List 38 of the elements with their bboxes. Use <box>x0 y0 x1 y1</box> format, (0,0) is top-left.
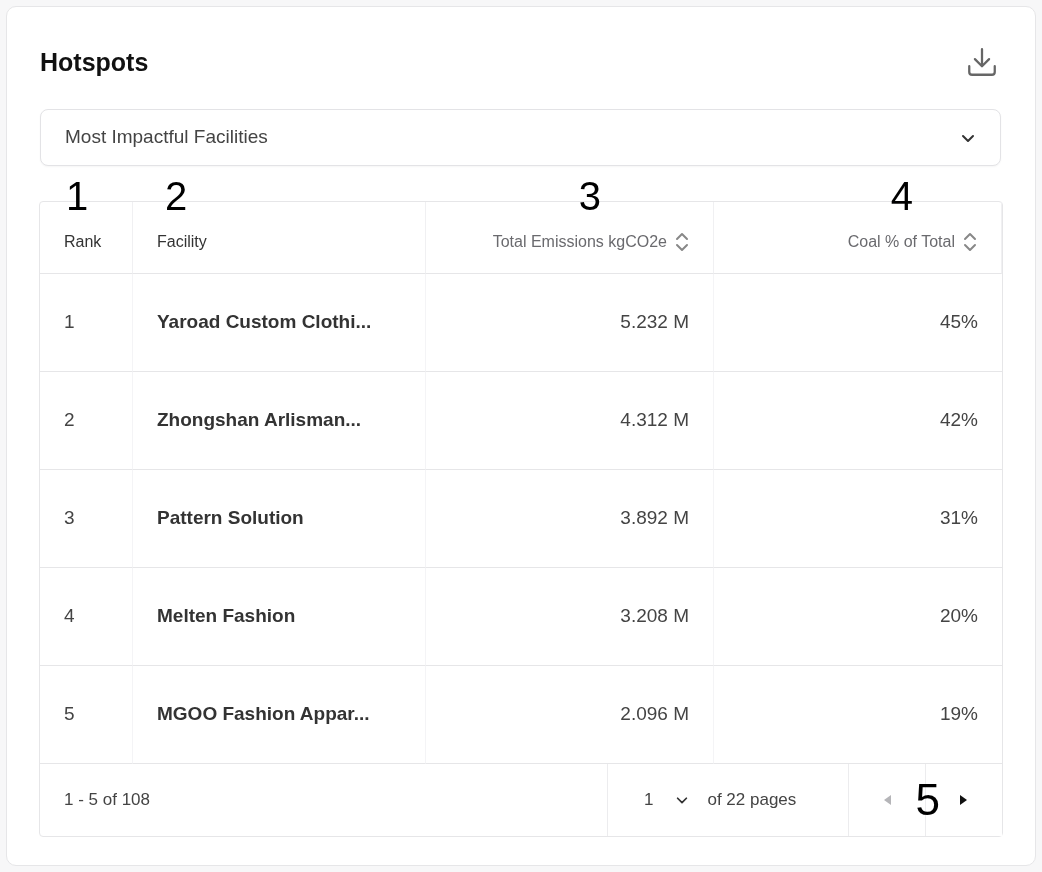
table-cell: 3.208 M <box>426 568 714 666</box>
triangle-left-icon <box>882 794 892 806</box>
column-header[interactable]: Rank <box>64 229 102 254</box>
column-header[interactable]: Coal % of Total <box>847 229 955 254</box>
table-cell: 31% <box>714 470 1002 568</box>
dropdown[interactable]: Most Impactful Facilities <box>40 109 1001 166</box>
column-header[interactable]: Total Emissions kgCO2e <box>492 229 667 254</box>
annotation-number: 4 <box>890 176 913 216</box>
table-cell: 5.232 M <box>426 274 714 372</box>
sort-icon[interactable] <box>675 230 689 253</box>
annotation-number: 2 <box>165 176 188 216</box>
table-cell: 42% <box>714 372 1002 470</box>
table-cell: 2 <box>40 372 133 470</box>
table-cell: 3.892 M <box>426 470 714 568</box>
table-cell: 3 <box>40 470 133 568</box>
table-cell: 45% <box>714 274 1002 372</box>
column-header[interactable]: Facility <box>157 229 207 254</box>
table-cell: 20% <box>714 568 1002 666</box>
table-cell: 1 <box>40 274 133 372</box>
annotation-number: 1 <box>66 176 89 216</box>
dropdown-value: Most Impactful Facilities <box>65 125 268 150</box>
sort-icon[interactable] <box>963 230 977 253</box>
table-cell: Pattern Solution <box>133 470 426 568</box>
table-cell: Zhongshan Arlisman... <box>133 372 426 470</box>
page-count: of 22 pages <box>707 789 797 812</box>
table-cell: Melten Fashion <box>133 568 426 666</box>
card-title: Hotspots <box>39 47 149 77</box>
table-cell: 4.312 M <box>426 372 714 470</box>
table-cell: 2.096 M <box>426 666 714 764</box>
table-cell: Yaroad Custom Clothi... <box>133 274 426 372</box>
triangle-right-icon <box>959 794 969 806</box>
annotation-number: 5 <box>915 778 940 822</box>
annotation-number: 3 <box>578 176 601 216</box>
table-cell: 4 <box>40 568 133 666</box>
table-cell: 5 <box>40 666 133 764</box>
page-range: 1 - 5 of 108 <box>64 789 150 812</box>
page-select[interactable]: 1 <box>644 787 690 813</box>
table-cell: MGOO Fashion Appar... <box>133 666 426 764</box>
